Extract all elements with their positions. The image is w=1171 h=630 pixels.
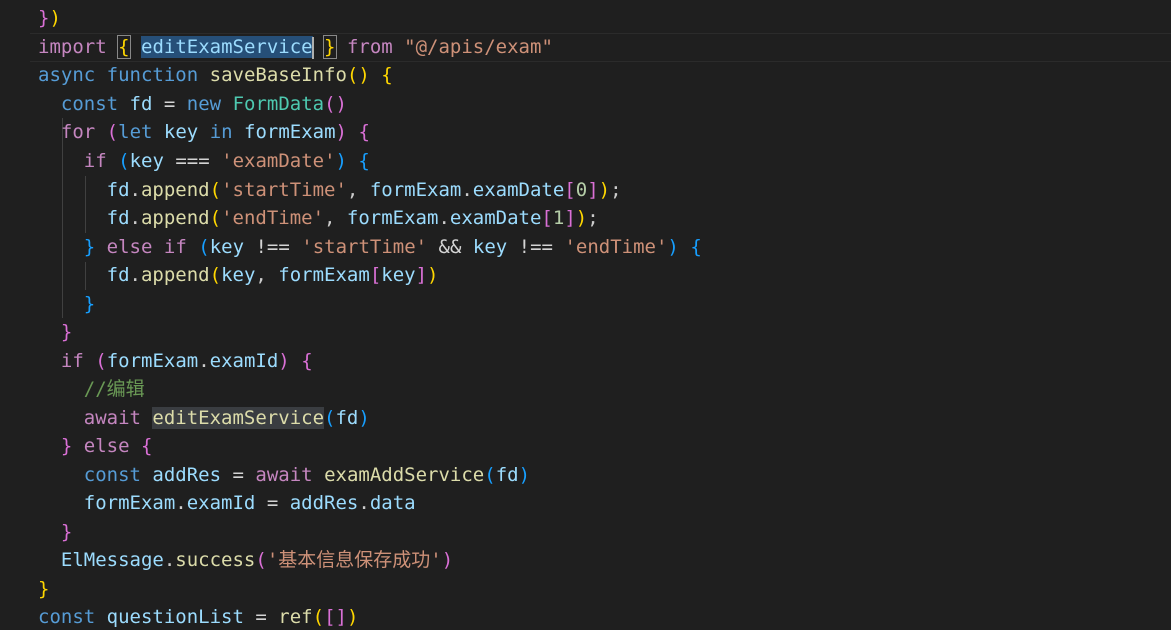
code-line-14[interactable]: //编辑 xyxy=(38,375,145,404)
code-line-20[interactable]: ElMessage.success('基本信息保存成功') xyxy=(38,546,453,575)
text-cursor xyxy=(311,36,314,59)
code-line-19[interactable]: } xyxy=(38,518,72,547)
code-line-22[interactable]: const questionList = ref([]) xyxy=(38,603,358,630)
code-line-7[interactable]: fd.append('startTime', formExam.examDate… xyxy=(38,176,622,205)
code-line-3[interactable]: async function saveBaseInfo() { xyxy=(38,61,393,90)
code-line-2[interactable]: import { editExamService } from "@/apis/… xyxy=(38,33,553,62)
code-line-5[interactable]: for (let key in formExam) { xyxy=(38,118,370,147)
code-line-16[interactable]: } else { xyxy=(38,432,153,461)
code-line-10[interactable]: fd.append(key, formExam[key]) xyxy=(38,261,439,290)
code-line-18[interactable]: formExam.examId = addRes.data xyxy=(38,489,416,518)
code-line-11[interactable]: } xyxy=(38,290,95,319)
code-line-8[interactable]: fd.append('endTime', formExam.examDate[1… xyxy=(38,204,599,233)
code-line-17[interactable]: const addRes = await examAddService(fd) xyxy=(38,461,530,490)
code-line-9[interactable]: } else if (key !== 'startTime' && key !=… xyxy=(38,233,702,262)
code-line-1[interactable]: }) xyxy=(38,4,61,33)
code-line-21[interactable]: } xyxy=(38,575,49,604)
code-line-6[interactable]: if (key === 'examDate') { xyxy=(38,147,370,176)
code-line-13[interactable]: if (formExam.examId) { xyxy=(38,347,313,376)
code-line-15[interactable]: await editExamService(fd) xyxy=(38,404,370,433)
code-line-4[interactable]: const fd = new FormData() xyxy=(38,90,347,119)
code-line-12[interactable]: } xyxy=(38,318,72,347)
selected-identifier[interactable]: editExamService xyxy=(141,36,313,58)
code-editor[interactable]: }) import { editExamService } from "@/ap… xyxy=(0,0,1171,630)
